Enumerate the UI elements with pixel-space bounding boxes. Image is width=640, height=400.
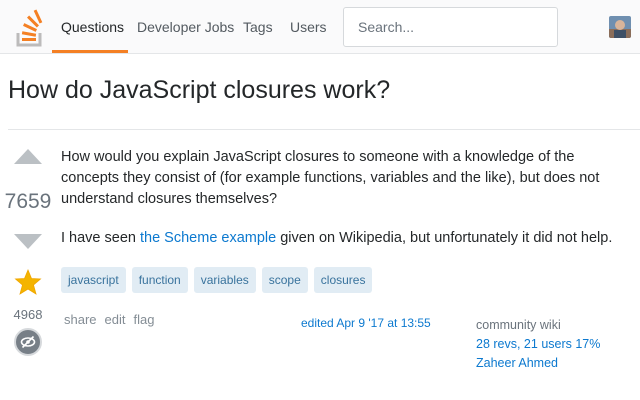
tag-variables[interactable]: variables — [194, 267, 256, 293]
vote-count: 7659 — [0, 190, 56, 214]
question-title[interactable]: How do JavaScript closures work? — [8, 76, 390, 105]
question-body-paragraph-2: I have seen the Scheme example given on … — [61, 228, 626, 249]
revisions-link[interactable]: 28 revs, 21 users 17% — [476, 335, 600, 354]
flag-link[interactable]: flag — [134, 312, 155, 327]
favorite-count: 4968 — [0, 307, 56, 322]
star-icon[interactable] — [14, 268, 42, 296]
nav-active-indicator — [52, 50, 128, 53]
user-link[interactable]: Zaheer Ahmed — [476, 354, 600, 373]
edited-timestamp[interactable]: edited Apr 9 '17 at 13:55 — [301, 316, 431, 330]
body-text: given on Wikipedia, but unfortunately it… — [276, 230, 612, 246]
tag-closures[interactable]: closures — [314, 267, 373, 293]
tag-function[interactable]: function — [132, 267, 188, 293]
arrow-down-icon[interactable] — [14, 234, 42, 249]
nav-questions[interactable]: Questions — [61, 19, 124, 35]
avatar[interactable] — [609, 16, 631, 38]
arrow-up-icon[interactable] — [14, 149, 42, 164]
stack-overflow-logo-icon[interactable] — [16, 9, 44, 47]
eye-off-icon — [16, 330, 40, 354]
divider — [8, 129, 640, 130]
top-bar: Questions Developer Jobs Tags Users — [0, 0, 640, 54]
nav-tags[interactable]: Tags — [243, 19, 273, 35]
nav-users[interactable]: Users — [290, 19, 327, 35]
tag-javascript[interactable]: javascript — [61, 267, 126, 293]
tag-scope[interactable]: scope — [262, 267, 308, 293]
search-input[interactable] — [343, 7, 558, 47]
share-link[interactable]: share — [64, 312, 97, 327]
tag-list: javascript function variables scope clos… — [61, 267, 372, 293]
avatar-image — [609, 16, 631, 38]
history-button[interactable] — [14, 328, 42, 356]
question-body-paragraph: How would you explain JavaScript closure… — [61, 147, 626, 210]
owner-info: community wiki 28 revs, 21 users 17% Zah… — [476, 316, 600, 373]
post-menu: share edit flag — [64, 312, 154, 327]
body-text: I have seen — [61, 230, 140, 246]
edit-link[interactable]: edit — [105, 312, 126, 327]
scheme-example-link[interactable]: the Scheme example — [140, 230, 276, 246]
community-wiki-label: community wiki — [476, 316, 600, 335]
nav-developer-jobs[interactable]: Developer Jobs — [137, 19, 234, 35]
